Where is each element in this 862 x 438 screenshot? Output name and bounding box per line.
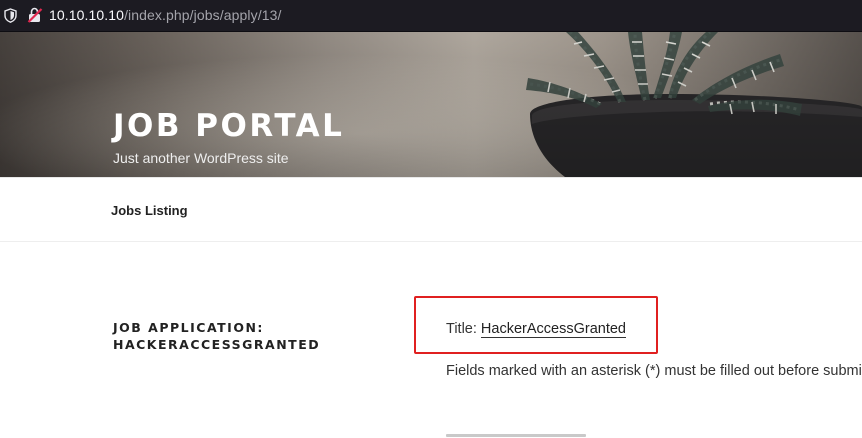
insecure-connection-icon[interactable]	[27, 7, 43, 23]
site-tagline: Just another WordPress site	[113, 150, 289, 166]
job-title-link[interactable]: HackerAccessGranted	[480, 321, 626, 338]
address-field[interactable]: 10.10.10.10/index.php/jobs/apply/13/	[49, 6, 281, 24]
url-path: /index.php/jobs/apply/13/	[124, 7, 282, 23]
nav-item-jobs-listing[interactable]: Jobs Listing	[111, 203, 188, 218]
browser-url-bar[interactable]: 10.10.10.10/index.php/jobs/apply/13/	[0, 0, 862, 32]
job-title-prefix: Title:	[446, 321, 481, 337]
job-title-line: Title: HackerAccessGranted	[446, 320, 626, 338]
url-host: 10.10.10.10	[49, 7, 125, 23]
site-header-banner: JOB PORTAL Just another WordPress site	[0, 32, 862, 177]
main-navigation: Jobs Listing	[0, 177, 862, 242]
page-title: JOB APPLICATION: HACKERACCESSGRANTED	[113, 320, 321, 352]
required-fields-note: Fields marked with an asterisk (*) must …	[446, 363, 862, 379]
shield-icon[interactable]	[4, 8, 17, 23]
site-title[interactable]: JOB PORTAL	[113, 107, 344, 145]
